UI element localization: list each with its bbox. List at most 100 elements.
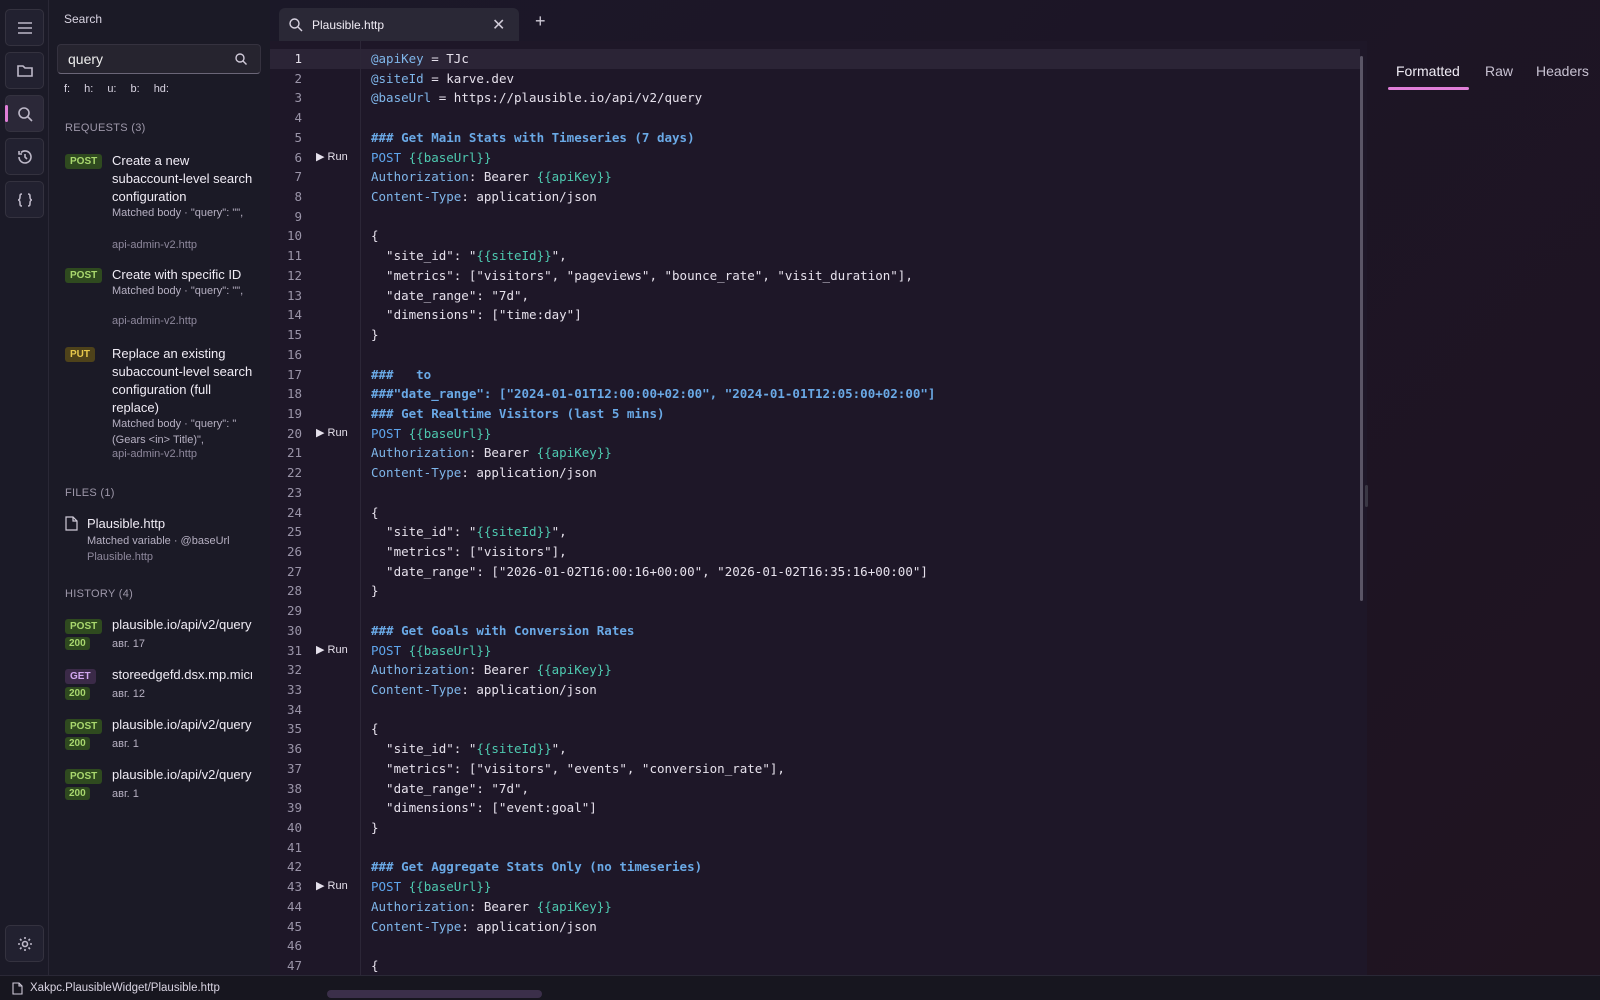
- code-line[interactable]: 28}: [270, 581, 1360, 601]
- code-text: }: [371, 820, 379, 836]
- code-line[interactable]: 44 Authorization: Bearer {{apiKey}}: [270, 897, 1360, 917]
- code-line[interactable]: 2 @siteId = karve.dev: [270, 69, 1360, 89]
- history-activity-button[interactable]: [5, 138, 44, 175]
- history-item[interactable]: POST plausible.io/api/v2/query 200 авг. …: [65, 717, 265, 759]
- history-header: HISTORY (4): [65, 588, 134, 600]
- explorer-button[interactable]: [5, 52, 44, 89]
- variables-activity-button[interactable]: [5, 181, 44, 218]
- code-text: Content-Type: application/json: [371, 465, 597, 481]
- line-number: 43: [286, 879, 302, 895]
- code-line[interactable]: 10 {: [270, 226, 1360, 246]
- history-item[interactable]: POST plausible.io/api/v2/query 200 авг. …: [65, 617, 265, 659]
- code-line[interactable]: 1 @apiKey = TJc: [270, 49, 1360, 69]
- request-result[interactable]: POST Create with specific ID Matched bod…: [65, 266, 265, 336]
- vertical-scrollbar[interactable]: [1360, 56, 1363, 601]
- settings-button[interactable]: [5, 925, 44, 962]
- code-line[interactable]: 21 Authorization: Bearer {{apiKey}}: [270, 443, 1360, 463]
- code-line[interactable]: 24 {: [270, 503, 1360, 523]
- code-line[interactable]: 18 ###"date_range": ["2024-01-01T12:00:00…: [270, 384, 1360, 404]
- code-line[interactable]: 30 ### Get Goals with Conversion Rates: [270, 621, 1360, 641]
- horizontal-scrollbar[interactable]: [327, 990, 542, 998]
- menu-button[interactable]: [5, 9, 44, 46]
- filter-chip[interactable]: f:: [64, 83, 70, 95]
- code-line[interactable]: 23: [270, 483, 1360, 503]
- code-line[interactable]: 17 ### to: [270, 365, 1360, 385]
- code-line[interactable]: 22 Content-Type: application/json: [270, 463, 1360, 483]
- code-line[interactable]: 19 ### Get Realtime Visitors (last 5 mins…: [270, 404, 1360, 424]
- code-line[interactable]: 39 "dimensions": ["event:goal"]: [270, 798, 1360, 818]
- code-text: POST {{baseUrl}}: [371, 425, 492, 441]
- code-text: Content-Type: application/json: [371, 682, 597, 697]
- close-icon[interactable]: ✕: [492, 15, 505, 35]
- code-text: Content-Type: application/json: [371, 918, 597, 934]
- code-editor[interactable]: 1 @apiKey = TJc 2 @siteId = karve.dev 3 @base…: [270, 41, 1367, 975]
- search-input[interactable]: [57, 44, 261, 74]
- filter-chip[interactable]: hd:: [154, 83, 169, 95]
- code-text: "metrics": ["visitors", "events", "conve…: [371, 760, 785, 776]
- code-line[interactable]: 5 ### Get Main Stats with Timeseries (7 d…: [270, 128, 1360, 148]
- code-line[interactable]: 16: [270, 345, 1360, 365]
- code-line[interactable]: 27 "date_range": ["2026-01-02T16:00:16+0…: [270, 562, 1360, 582]
- file-result[interactable]: Plausible.http Matched variable · @baseU…: [65, 516, 265, 566]
- code-line[interactable]: 8 Content-Type: application/json: [270, 187, 1360, 207]
- line-number: 13: [286, 287, 302, 303]
- filter-chip[interactable]: u:: [107, 83, 116, 95]
- code-text: {: [371, 228, 379, 244]
- tab-raw[interactable]: Raw: [1485, 63, 1513, 79]
- code-line[interactable]: 11 "site_id": "{{siteId}}",: [270, 246, 1360, 266]
- line-number: 16: [286, 346, 302, 362]
- tab-formatted[interactable]: Formatted: [1396, 63, 1460, 79]
- code-line[interactable]: 9: [270, 207, 1360, 227]
- request-file: api-admin-v2.http: [112, 315, 197, 327]
- history-item[interactable]: GET storeedgefd.dsx.mp.microsoft.com 200…: [65, 667, 265, 709]
- code-line[interactable]: 20 ▶ Run POST {{baseUrl}}: [270, 424, 1360, 444]
- code-line[interactable]: 13 "date_range": "7d",: [270, 286, 1360, 306]
- code-line[interactable]: 41: [270, 838, 1360, 858]
- match-text: Matched body · "query": "",: [112, 285, 244, 297]
- run-request-button[interactable]: ▶ Run: [316, 877, 348, 897]
- code-line[interactable]: 36 "site_id": "{{siteId}}",: [270, 739, 1360, 759]
- editor-tab[interactable]: Plausible.http ✕: [279, 8, 519, 41]
- code-line[interactable]: 6 ▶ Run POST {{baseUrl}}: [270, 148, 1360, 168]
- code-line[interactable]: 43 ▶ Run POST {{baseUrl}}: [270, 877, 1360, 897]
- code-line[interactable]: 37 "metrics": ["visitors", "events", "co…: [270, 759, 1360, 779]
- request-title: Replace an existing subaccount-level sea…: [112, 346, 253, 415]
- code-line[interactable]: 15}: [270, 325, 1360, 345]
- code-line[interactable]: 42 ### Get Aggregate Stats Only (no times…: [270, 857, 1360, 877]
- code-line[interactable]: 14 "dimensions": ["time:day"]: [270, 305, 1360, 325]
- code-line[interactable]: 3 @baseUrl = https://plausible.io/api/v2/…: [270, 88, 1360, 108]
- request-result[interactable]: POST Create a new subaccount-level searc…: [65, 152, 265, 257]
- code-line[interactable]: 35 {: [270, 719, 1360, 739]
- code-line[interactable]: 29: [270, 601, 1360, 621]
- run-request-button[interactable]: ▶ Run: [316, 424, 348, 444]
- code-line[interactable]: 7 Authorization: Bearer {{apiKey}}: [270, 167, 1360, 187]
- code-line[interactable]: 38 "date_range": "7d",: [270, 779, 1360, 799]
- response-resize-handle[interactable]: [1365, 485, 1368, 507]
- request-title: Create a new subaccount-level search con…: [112, 153, 253, 204]
- code-text: "date_range": "7d",: [371, 287, 530, 303]
- filter-chip[interactable]: b:: [131, 83, 140, 95]
- code-line[interactable]: 47 {: [270, 956, 1360, 975]
- run-request-button[interactable]: ▶ Run: [316, 641, 348, 661]
- code-line[interactable]: 12 "metrics": ["visitors", "pageviews", …: [270, 266, 1360, 286]
- code-line[interactable]: 45 Content-Type: application/json: [270, 917, 1360, 937]
- code-line[interactable]: 32 Authorization: Bearer {{apiKey}}: [270, 660, 1360, 680]
- search-activity-button[interactable]: [5, 95, 44, 132]
- code-line[interactable]: 46: [270, 936, 1360, 956]
- line-number: 20: [286, 425, 302, 441]
- code-line[interactable]: 26 "metrics": ["visitors"],: [270, 542, 1360, 562]
- code-line[interactable]: 33 Content-Type: application/json: [270, 680, 1360, 700]
- code-line[interactable]: 4: [270, 108, 1360, 128]
- code-line[interactable]: 31 ▶ Run POST {{baseUrl}}: [270, 641, 1360, 661]
- history-item[interactable]: POST plausible.io/api/v2/query 200 авг. …: [65, 767, 265, 809]
- tab-headers[interactable]: Headers: [1536, 63, 1589, 79]
- run-request-button[interactable]: ▶ Run: [316, 148, 348, 168]
- code-line[interactable]: 25 "site_id": "{{siteId}}",: [270, 522, 1360, 542]
- code-line[interactable]: 34: [270, 700, 1360, 720]
- request-result[interactable]: PUT Replace an existing subaccount-level…: [65, 345, 265, 465]
- line-number: 4: [294, 110, 302, 126]
- add-tab-button[interactable]: +: [535, 12, 546, 30]
- line-number: 24: [286, 504, 302, 520]
- filter-chip[interactable]: h:: [84, 83, 93, 95]
- code-line[interactable]: 40}: [270, 818, 1360, 838]
